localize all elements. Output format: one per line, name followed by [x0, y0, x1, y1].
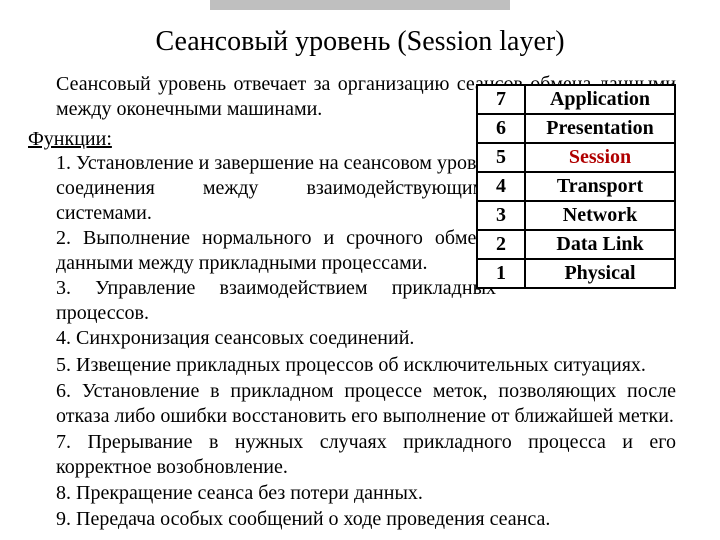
osi-layer-number: 7 [477, 85, 525, 114]
osi-layer-name: Session [525, 143, 675, 172]
osi-row: 1Physical [477, 259, 675, 288]
decorative-top-band [210, 0, 510, 10]
list-item: 5. Извещение прикладных процессов об иск… [56, 353, 676, 379]
osi-row: 2Data Link [477, 230, 675, 259]
content-wrap: 7Application6Presentation5Session4Transp… [28, 128, 692, 532]
osi-layer-number: 6 [477, 114, 525, 143]
list-item: 2. Выполнение нормального и срочного обм… [56, 226, 496, 276]
osi-layer-name: Transport [525, 172, 675, 201]
slide: Сеансовый уровень (Session layer) Сеансо… [0, 0, 720, 532]
list-item: 9. Передача особых сообщений о ходе пров… [56, 507, 676, 533]
list-item: 3. Управление взаимодействием прикладных… [56, 276, 496, 326]
list-item: 1. Установление и завершение на сеансово… [56, 151, 496, 226]
osi-layer-name: Physical [525, 259, 675, 288]
osi-layers-table: 7Application6Presentation5Session4Transp… [476, 84, 676, 289]
osi-row: 5Session [477, 143, 675, 172]
osi-layer-number: 5 [477, 143, 525, 172]
osi-layer-name: Presentation [525, 114, 675, 143]
osi-layer-name: Application [525, 85, 675, 114]
page-title: Сеансовый уровень (Session layer) [28, 26, 692, 58]
osi-layer-name: Network [525, 201, 675, 230]
osi-layer-name: Data Link [525, 230, 675, 259]
list-item: 7. Прерывание в нужных случаях прикладно… [56, 430, 676, 481]
osi-row: 4Transport [477, 172, 675, 201]
osi-row: 3Network [477, 201, 675, 230]
osi-row: 6Presentation [477, 114, 675, 143]
functions-list-top: 1. Установление и завершение на сеансово… [56, 151, 496, 351]
functions-list-bottom: 5. Извещение прикладных процессов об иск… [56, 353, 676, 532]
osi-layer-number: 1 [477, 259, 525, 288]
osi-layer-number: 3 [477, 201, 525, 230]
list-item: 6. Установление в прикладном процессе ме… [56, 379, 676, 430]
list-item: 8. Прекращение сеанса без потери данных. [56, 481, 676, 507]
osi-layer-number: 2 [477, 230, 525, 259]
osi-layer-number: 4 [477, 172, 525, 201]
osi-row: 7Application [477, 85, 675, 114]
list-item: 4. Синхронизация сеансовых соединений. [56, 326, 496, 351]
